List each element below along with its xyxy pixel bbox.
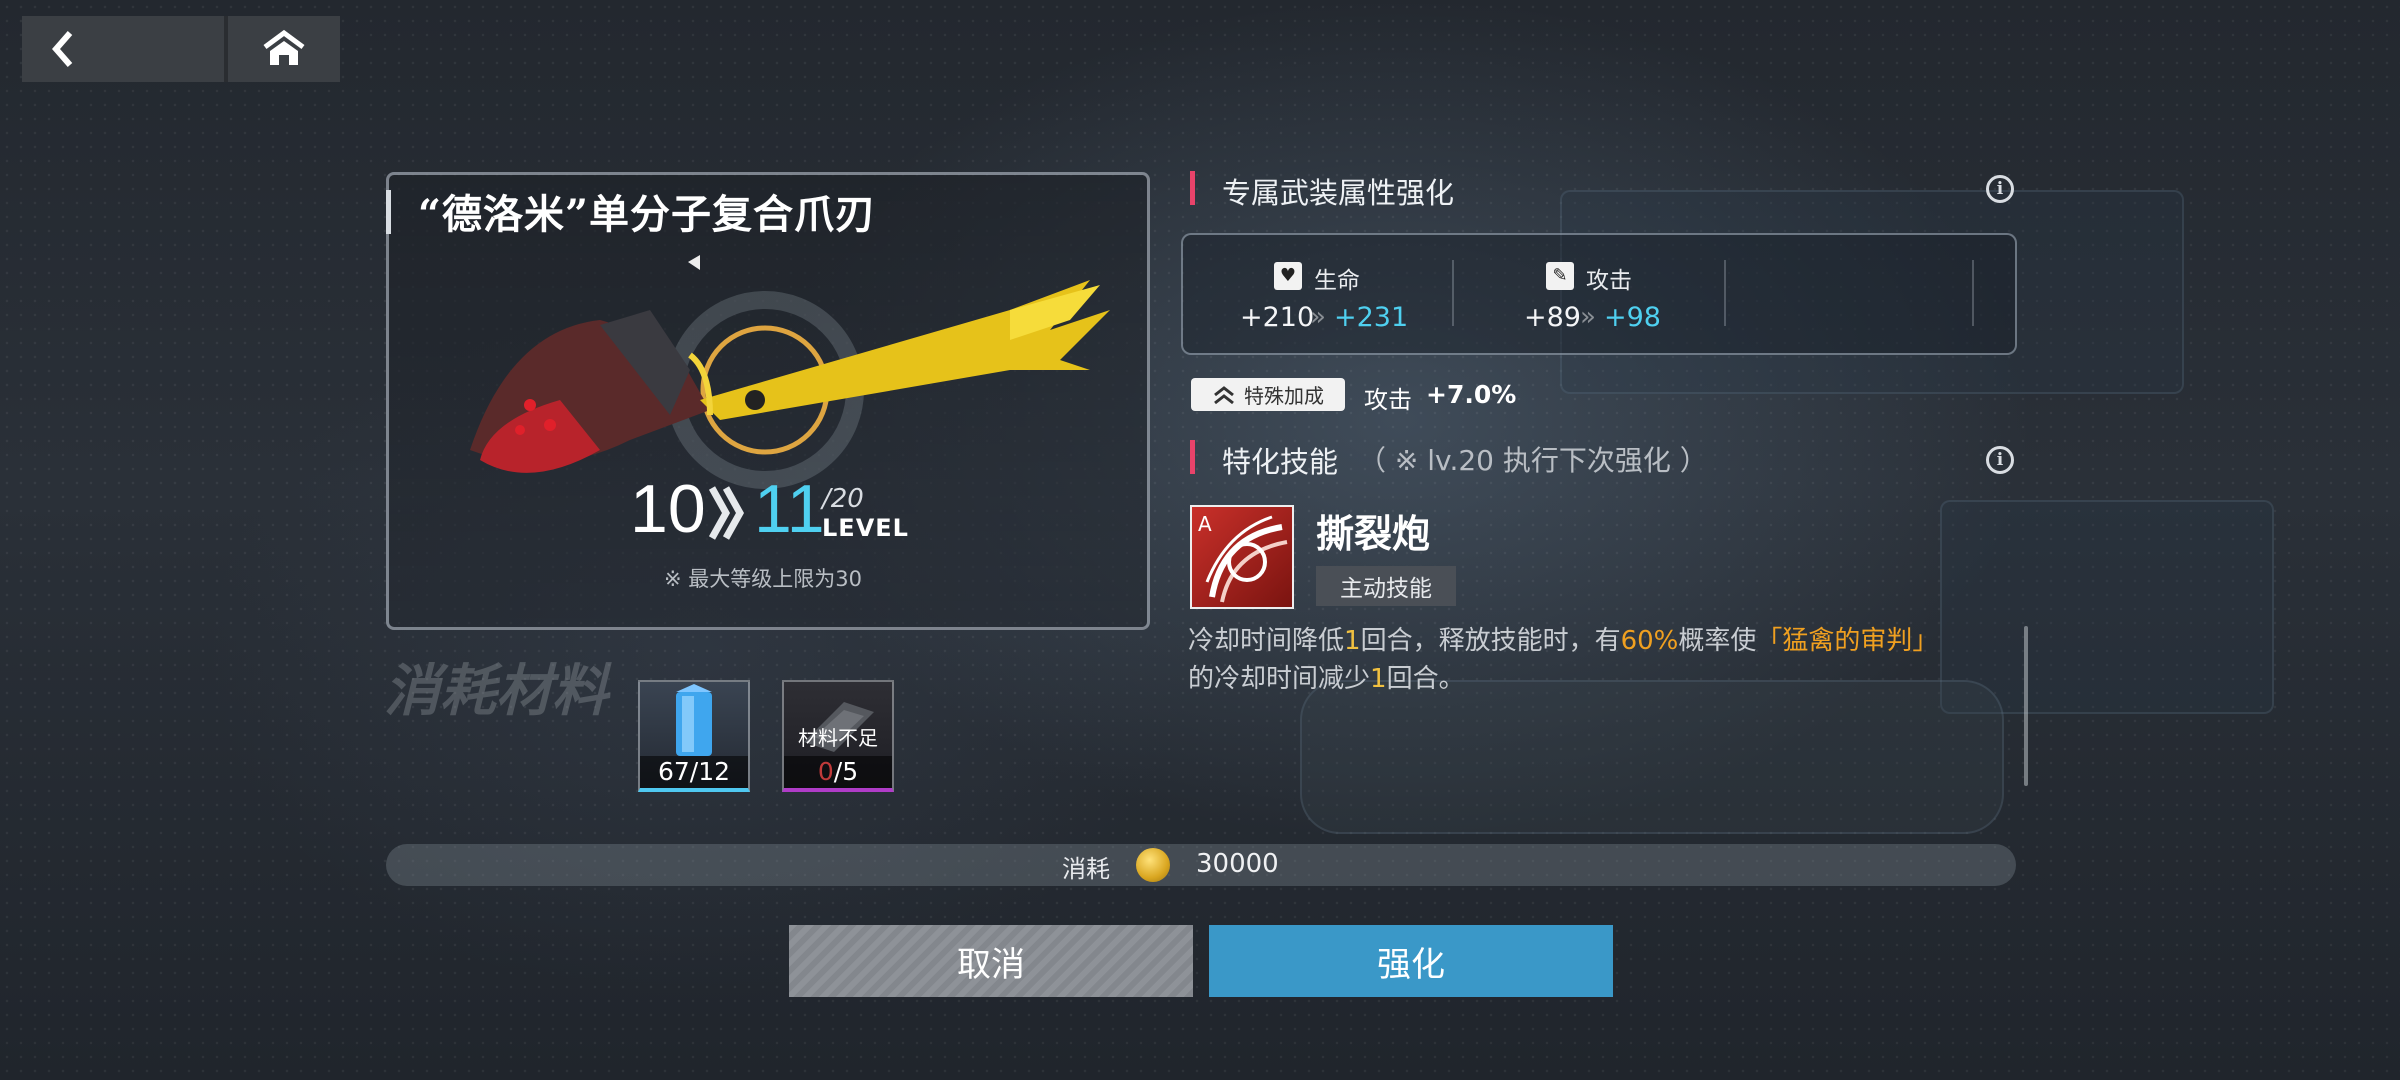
chevron-left-icon (52, 31, 73, 67)
material-have: 0 (817, 757, 834, 786)
description-scrollbar[interactable] (2024, 626, 2028, 786)
attributes-info-icon[interactable]: i (1986, 175, 2014, 203)
coin-icon (1136, 848, 1170, 882)
level-next: 11 (754, 471, 825, 547)
level-arrow-icon (708, 486, 745, 540)
level-word: LEVEL (822, 514, 909, 542)
material-need: /5 (833, 757, 859, 786)
skill-icon: A (1190, 505, 1294, 609)
chevron-right-icon: » (1580, 302, 1596, 332)
attributes-title: 专属武装属性强化 (1222, 176, 1455, 210)
special-bonus-label: 特殊加成 (1244, 384, 1324, 408)
desc-highlight: 1 (1344, 626, 1361, 656)
stat-atk-next: +98 (1604, 302, 1661, 333)
svg-text:A: A (1198, 512, 1212, 536)
special-bonus-value: +7.0% (1426, 380, 1517, 409)
blue-crystal-icon (676, 684, 712, 756)
back-button[interactable] (22, 16, 224, 82)
weapon-name: “德洛米”单分子复合爪刃 (418, 191, 877, 238)
stat-divider (1972, 260, 1974, 326)
title-accent-bar (386, 190, 391, 234)
level-current: 10 (630, 471, 706, 547)
skill-info-icon[interactable]: i (1986, 446, 2014, 474)
skill-description: 冷却时间降低1回合，释放技能时，有60%概率使「猛禽的审判」 的冷却时间减少1回… (1188, 622, 2018, 698)
cost-value: 30000 (1196, 849, 1279, 879)
materials-title: 消耗材料 (384, 658, 608, 724)
desc-text: 的冷却时间减少 (1188, 664, 1371, 694)
sword-icon: ✎ (1546, 262, 1574, 290)
stat-atk-label: 攻击 (1586, 268, 1632, 294)
material-count: 0/5 (784, 756, 892, 788)
material-item-part[interactable]: 材料不足 0/5 (782, 680, 894, 792)
stat-divider (1724, 260, 1726, 326)
home-icon (263, 29, 305, 65)
material-item-crystal[interactable]: 67/12 (638, 680, 750, 792)
desc-highlight: 1 (1370, 664, 1387, 694)
stat-hp-label: 生命 (1314, 268, 1360, 294)
special-bonus-badge: 特殊加成 (1191, 378, 1345, 411)
stat-hp-current: +210 (1240, 302, 1315, 333)
desc-text: 回合，释放技能时，有 (1360, 626, 1621, 656)
stat-divider (1452, 260, 1454, 326)
stat-atk-current: +89 (1524, 302, 1581, 333)
level-max: /20 (822, 484, 864, 514)
cancel-button[interactable]: 取消 (789, 925, 1193, 997)
skill-type-tag: 主动技能 (1316, 566, 1456, 606)
material-insufficient-label: 材料不足 (798, 726, 878, 750)
desc-text: 概率使 (1678, 626, 1757, 656)
enhance-button[interactable]: 强化 (1209, 925, 1613, 997)
stat-hp-next: +231 (1334, 302, 1409, 333)
cost-label: 消耗 (1062, 855, 1110, 883)
desc-highlight: 「猛禽的审判」 (1756, 626, 1939, 656)
desc-highlight: 60% (1620, 626, 1679, 656)
heart-icon: ♥ (1274, 262, 1302, 290)
section-accent-bar (1190, 440, 1195, 474)
section-accent-bar (1190, 171, 1195, 205)
chevron-right-icon: » (1310, 302, 1326, 332)
skill-section-note: （ ※ lv.20 执行下次强化 ） (1358, 444, 1708, 477)
skill-section-title: 特化技能 (1222, 445, 1339, 479)
material-count: 67/12 (640, 756, 748, 788)
level-cap-note: ※ 最大等级上限为30 (664, 567, 862, 591)
background-floor-panel (1300, 680, 2004, 834)
weapon-illustration (470, 255, 1110, 489)
home-button[interactable] (228, 16, 340, 82)
skill-name: 撕裂炮 (1316, 512, 1431, 556)
special-bonus-stat: 攻击 (1364, 386, 1412, 414)
double-chevron-up-icon (1214, 385, 1234, 404)
desc-text: 冷却时间降低 (1188, 626, 1345, 656)
desc-text: 回合。 (1386, 664, 1465, 694)
